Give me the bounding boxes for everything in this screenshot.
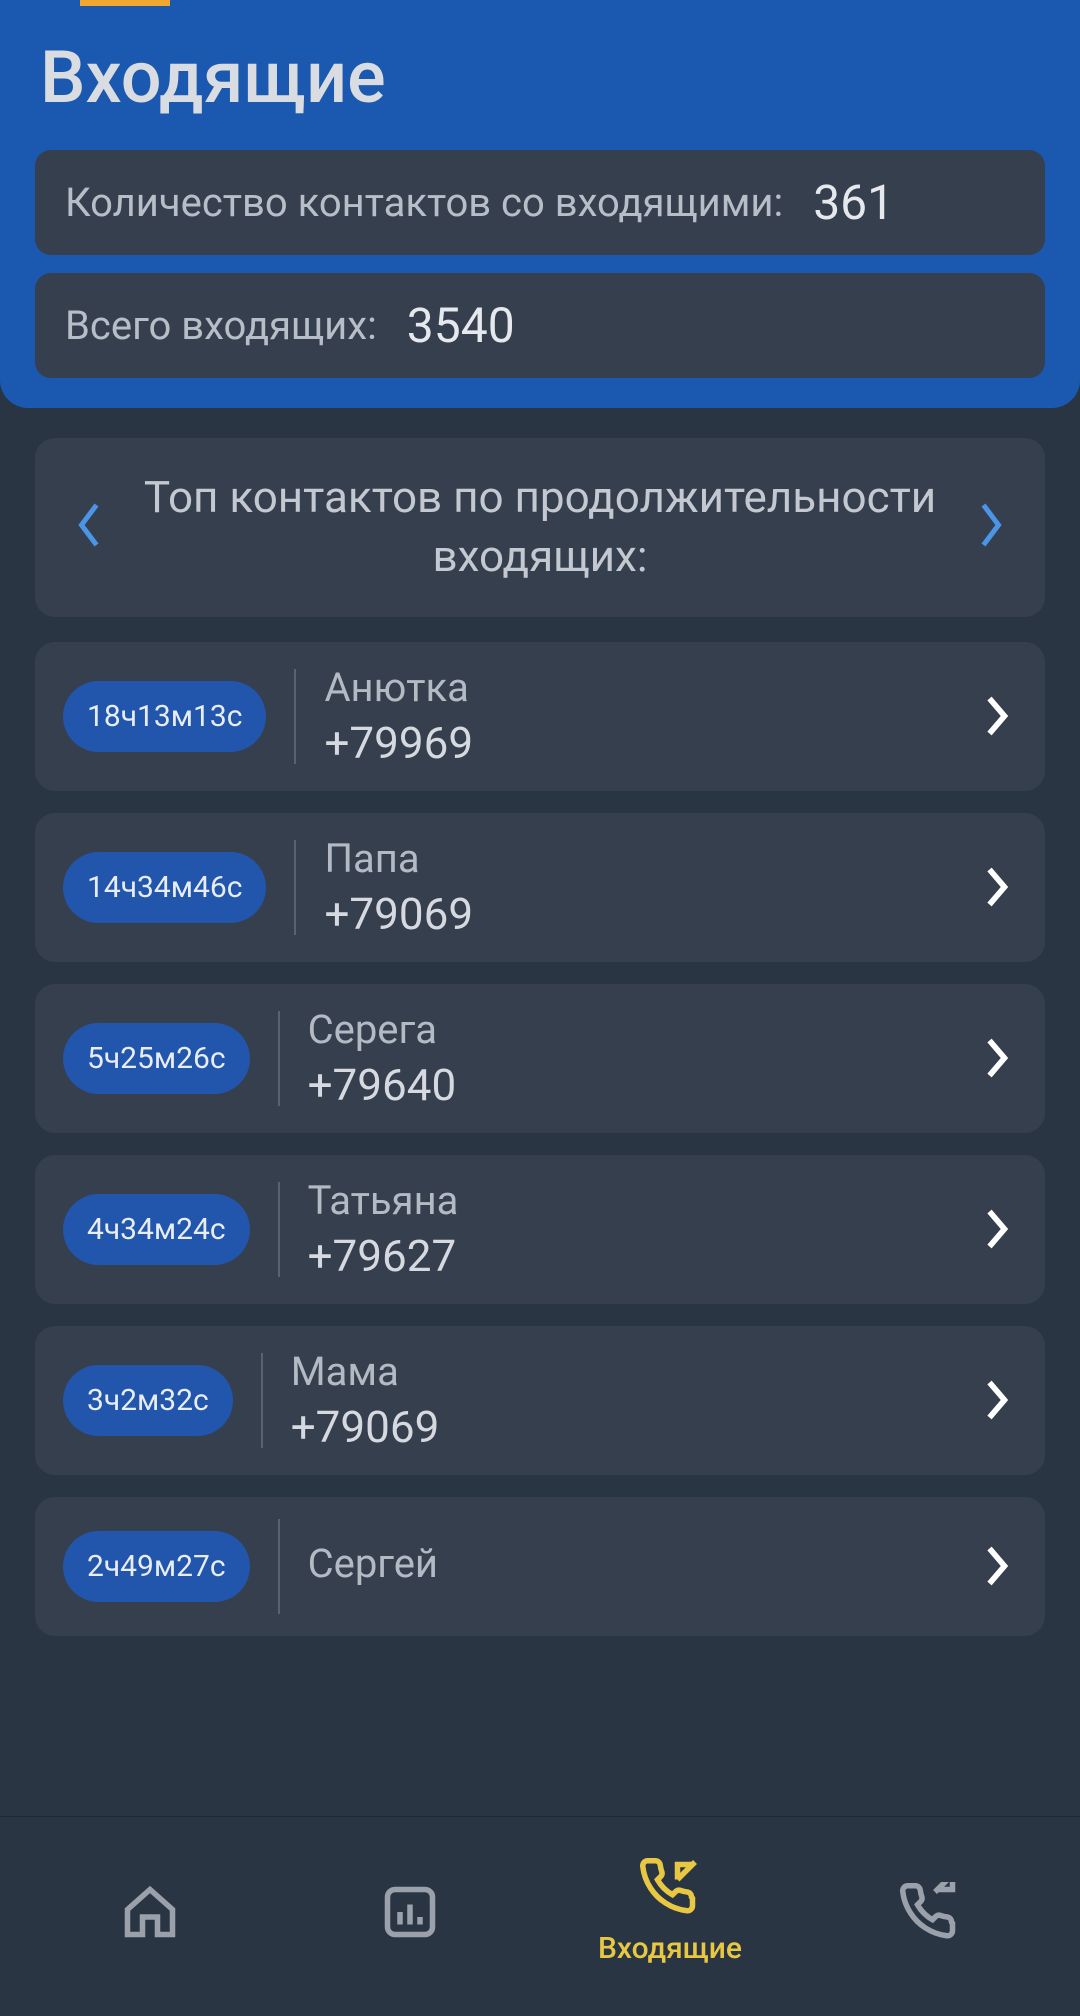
duration-pill: 5ч25м26с <box>63 1023 250 1094</box>
chevron-right-icon <box>977 691 1017 741</box>
phone-outgoing-icon <box>900 1882 960 1942</box>
carousel-next-button[interactable] <box>967 503 1015 551</box>
bar-chart-icon <box>380 1882 440 1942</box>
stat-value: 3540 <box>407 297 515 354</box>
duration-pill: 14ч34м46с <box>63 852 266 923</box>
row-divider <box>294 840 296 935</box>
page-title: Входящие <box>40 35 1045 120</box>
row-divider <box>278 1519 280 1614</box>
chevron-left-icon <box>74 500 104 554</box>
stat-label: Количество контактов со входящими: <box>65 179 783 226</box>
stat-contacts-count: Количество контактов со входящими: 361 <box>35 150 1045 255</box>
chevron-right-icon <box>977 1375 1017 1425</box>
header: Входящие Количество контактов со входящи… <box>0 0 1080 408</box>
contact-phone: +79640 <box>308 1059 949 1111</box>
row-divider <box>278 1182 280 1277</box>
chevron-right-icon <box>977 1541 1017 1591</box>
chevron-right-icon <box>977 1204 1017 1254</box>
contact-phone: +79969 <box>324 717 949 769</box>
contact-phone: +79069 <box>291 1401 949 1453</box>
carousel-header: Топ контактов по продолжительности входя… <box>35 438 1045 617</box>
contact-row[interactable]: 2ч49м27с Сергей <box>35 1497 1045 1636</box>
stat-total-incoming: Всего входящих: 3540 <box>35 273 1045 378</box>
contact-name: Папа <box>324 835 949 882</box>
contact-info: Мама +79069 <box>291 1348 949 1453</box>
contact-name: Анютка <box>324 664 949 711</box>
content-area: Топ контактов по продолжительности входя… <box>0 408 1080 1636</box>
top-accent-bar <box>80 0 170 6</box>
duration-pill: 18ч13м13с <box>63 681 266 752</box>
carousel-prev-button[interactable] <box>65 503 113 551</box>
chevron-right-icon <box>977 862 1017 912</box>
contact-name: Мама <box>291 1348 949 1395</box>
nav-label: Входящие <box>598 1931 742 1966</box>
contact-name: Татьяна <box>308 1177 949 1224</box>
carousel-title: Топ контактов по продолжительности входя… <box>113 468 967 587</box>
contact-name: Сергей <box>308 1540 949 1587</box>
list-fade-overlay <box>0 1696 1080 1816</box>
contact-list: 18ч13м13с Анютка +79969 14ч34м46с Папа +… <box>35 642 1045 1636</box>
stat-value: 361 <box>813 174 894 231</box>
chevron-right-icon <box>977 1033 1017 1083</box>
contact-info: Папа +79069 <box>324 835 949 940</box>
contact-info: Серега +79640 <box>308 1006 949 1111</box>
nav-incoming[interactable]: Входящие <box>540 1857 800 1966</box>
row-divider <box>261 1353 263 1448</box>
duration-pill: 3ч2м32с <box>63 1365 233 1436</box>
stat-label: Всего входящих: <box>65 302 377 349</box>
contact-row[interactable]: 14ч34м46с Папа +79069 <box>35 813 1045 962</box>
bottom-nav: Входящие <box>0 1816 1080 2016</box>
contact-row[interactable]: 4ч34м24с Татьяна +79627 <box>35 1155 1045 1304</box>
contact-row[interactable]: 3ч2м32с Мама +79069 <box>35 1326 1045 1475</box>
chevron-right-icon <box>976 500 1006 554</box>
nav-outgoing[interactable] <box>800 1882 1060 1942</box>
contact-phone: +79069 <box>324 888 949 940</box>
contact-info: Сергей <box>308 1540 949 1593</box>
phone-incoming-icon <box>640 1857 700 1917</box>
contact-phone: +79627 <box>308 1230 949 1282</box>
duration-pill: 4ч34м24с <box>63 1194 250 1265</box>
contact-row[interactable]: 18ч13м13с Анютка +79969 <box>35 642 1045 791</box>
nav-stats[interactable] <box>280 1882 540 1942</box>
contact-info: Анютка +79969 <box>324 664 949 769</box>
contact-name: Серега <box>308 1006 949 1053</box>
contact-row[interactable]: 5ч25м26с Серега +79640 <box>35 984 1045 1133</box>
nav-home[interactable] <box>20 1882 280 1942</box>
row-divider <box>294 669 296 764</box>
contact-info: Татьяна +79627 <box>308 1177 949 1282</box>
row-divider <box>278 1011 280 1106</box>
home-icon <box>120 1882 180 1942</box>
duration-pill: 2ч49м27с <box>63 1531 250 1602</box>
